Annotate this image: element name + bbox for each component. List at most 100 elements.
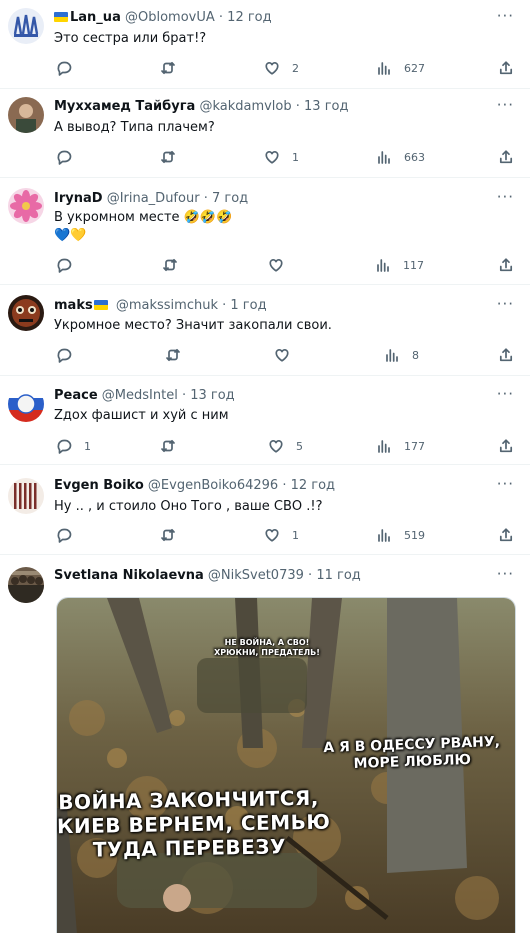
views-button[interactable]: 519 bbox=[376, 526, 425, 544]
avatar[interactable] bbox=[8, 478, 44, 514]
handle[interactable]: @OblomovUA bbox=[125, 10, 215, 25]
retweet-icon bbox=[163, 258, 177, 272]
tweet-header: Peace @MedsIntel · 13 год bbox=[54, 388, 235, 403]
share-button[interactable] bbox=[498, 148, 514, 166]
reply-tweet[interactable]: IrynaD @Irina_Dufour · 7 год ··· В укром… bbox=[0, 178, 530, 285]
share-button[interactable] bbox=[498, 437, 514, 455]
reply-button[interactable] bbox=[56, 256, 84, 274]
timestamp[interactable]: 12 год bbox=[291, 478, 335, 493]
avatar[interactable] bbox=[8, 386, 44, 422]
tweet-header: maks @makssimchuk · 1 год bbox=[54, 298, 267, 313]
views-button[interactable]: 8 bbox=[384, 346, 419, 364]
tweet-text: Укромное место? Значит закопали свои. bbox=[54, 318, 332, 333]
heart-icon bbox=[269, 440, 283, 453]
timestamp[interactable]: 13 год bbox=[304, 99, 348, 114]
retweet-button[interactable] bbox=[160, 526, 188, 544]
share-icon bbox=[499, 150, 513, 164]
views-count: 117 bbox=[403, 258, 424, 272]
display-name[interactable]: maks bbox=[54, 298, 93, 313]
bar-chart-icon bbox=[378, 62, 390, 75]
handle[interactable]: @NikSvet0739 bbox=[208, 568, 304, 583]
avatar[interactable] bbox=[8, 188, 44, 224]
reply-icon bbox=[57, 528, 72, 543]
retweet-button[interactable] bbox=[160, 59, 188, 77]
reply-tweet[interactable]: maks @makssimchuk · 1 год ··· Укромное м… bbox=[0, 285, 530, 376]
share-icon bbox=[499, 528, 513, 542]
like-button[interactable] bbox=[268, 256, 296, 274]
reply-tweet[interactable]: Evgen Boiko @EvgenBoiko64296 · 12 год ··… bbox=[0, 465, 530, 555]
reply-tweet[interactable]: Муххамед Тайбуга @kakdamvlob · 13 год ··… bbox=[0, 89, 530, 178]
views-button[interactable]: 117 bbox=[375, 256, 424, 274]
display-name[interactable]: Peace bbox=[54, 388, 98, 403]
retweet-button[interactable] bbox=[162, 256, 190, 274]
avatar[interactable] bbox=[8, 97, 44, 133]
tweet-text-emoji-line: 💙💛 bbox=[54, 228, 87, 243]
timestamp[interactable]: 7 год bbox=[212, 191, 248, 206]
timestamp[interactable]: 12 год bbox=[227, 10, 271, 25]
handle[interactable]: @Irina_Dufour bbox=[107, 191, 200, 206]
tweet-header: Evgen Boiko @EvgenBoiko64296 · 12 год bbox=[54, 478, 336, 493]
more-options-icon[interactable]: ··· bbox=[497, 297, 514, 312]
handle[interactable]: @MedsIntel bbox=[102, 388, 178, 403]
more-options-icon[interactable]: ··· bbox=[497, 567, 514, 582]
like-button[interactable]: 5 bbox=[268, 437, 303, 455]
like-button[interactable]: 1 bbox=[264, 526, 299, 544]
display-name[interactable]: Муххамед Тайбуга bbox=[54, 99, 195, 114]
action-bar: 117 bbox=[0, 256, 530, 276]
display-name[interactable]: Lan_ua bbox=[70, 10, 121, 25]
retweet-button[interactable] bbox=[160, 148, 188, 166]
reply-button[interactable] bbox=[56, 346, 84, 364]
bar-chart-icon bbox=[378, 151, 390, 164]
views-button[interactable]: 663 bbox=[376, 148, 425, 166]
like-count: 1 bbox=[292, 528, 299, 542]
views-count: 519 bbox=[404, 528, 425, 542]
meme-caption-right: А Я В ОДЕССУ РВАНУ, МОРЕ ЛЮБЛЮ bbox=[323, 733, 501, 773]
views-button[interactable]: 177 bbox=[376, 437, 425, 455]
retweet-icon bbox=[161, 528, 175, 542]
reply-button[interactable] bbox=[56, 59, 84, 77]
retweet-button[interactable] bbox=[160, 437, 188, 455]
handle[interactable]: @EvgenBoiko64296 bbox=[148, 478, 278, 493]
more-options-icon[interactable]: ··· bbox=[497, 190, 514, 205]
display-name[interactable]: Svetlana Nikolaevna bbox=[54, 568, 204, 583]
like-button[interactable] bbox=[274, 346, 302, 364]
share-icon bbox=[499, 348, 513, 362]
share-button[interactable] bbox=[498, 346, 514, 364]
action-bar: 1 663 bbox=[0, 148, 530, 168]
reply-button[interactable] bbox=[56, 148, 84, 166]
reply-button[interactable] bbox=[56, 526, 84, 544]
reply-tweet[interactable]: Peace @MedsIntel · 13 год ··· Zдох фашис… bbox=[0, 376, 530, 465]
retweet-button[interactable] bbox=[165, 346, 193, 364]
timestamp[interactable]: 11 год bbox=[316, 568, 360, 583]
handle[interactable]: @makssimchuk bbox=[116, 298, 218, 313]
share-button[interactable] bbox=[498, 256, 514, 274]
views-count: 177 bbox=[404, 439, 425, 453]
avatar[interactable] bbox=[8, 567, 44, 603]
tweet-media-image[interactable]: НЕ ВОЙНА, А СВО! ХРЮКНИ, ПРЕДАТЕЛЬ! А Я … bbox=[56, 597, 516, 933]
views-count: 627 bbox=[404, 61, 425, 75]
like-button[interactable]: 2 bbox=[264, 59, 299, 77]
tweet-header: Lan_ua @OblomovUA · 12 год bbox=[54, 9, 272, 27]
more-options-icon[interactable]: ··· bbox=[497, 9, 514, 24]
reply-icon bbox=[57, 61, 72, 76]
reply-tweet[interactable]: Lan_ua @OblomovUA · 12 год ··· Это сестр… bbox=[0, 0, 530, 89]
heart-icon bbox=[269, 259, 283, 272]
avatar[interactable] bbox=[8, 8, 44, 44]
reply-button[interactable]: 1 bbox=[56, 437, 91, 455]
handle[interactable]: @kakdamvlob bbox=[199, 99, 291, 114]
avatar[interactable] bbox=[8, 295, 44, 331]
meme-caption-top: НЕ ВОЙНА, А СВО! ХРЮКНИ, ПРЕДАТЕЛЬ! bbox=[214, 638, 320, 657]
like-button[interactable]: 1 bbox=[264, 148, 299, 166]
share-button[interactable] bbox=[498, 59, 514, 77]
more-options-icon[interactable]: ··· bbox=[497, 477, 514, 492]
display-name[interactable]: IrynaD bbox=[54, 191, 103, 206]
display-name[interactable]: Evgen Boiko bbox=[54, 478, 144, 493]
more-options-icon[interactable]: ··· bbox=[497, 387, 514, 402]
bar-chart-icon bbox=[386, 349, 398, 362]
views-button[interactable]: 627 bbox=[376, 59, 425, 77]
timestamp[interactable]: 13 год bbox=[190, 388, 234, 403]
share-button[interactable] bbox=[498, 526, 514, 544]
tweet-text: В укромном месте 🤣🤣🤣 bbox=[54, 210, 233, 225]
timestamp[interactable]: 1 год bbox=[230, 298, 266, 313]
more-options-icon[interactable]: ··· bbox=[497, 98, 514, 113]
